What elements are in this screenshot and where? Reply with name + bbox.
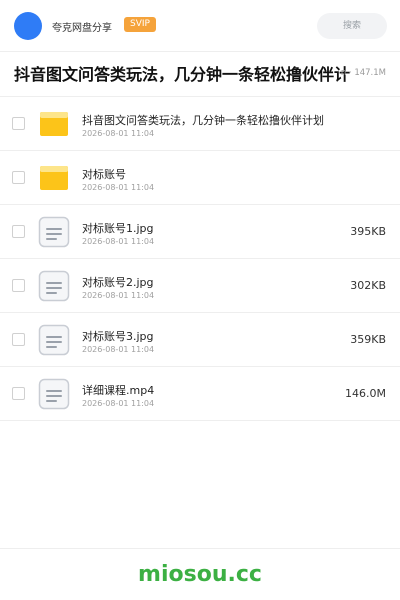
file-row[interactable]: 详细课程.mp4 2026-08-01 11:04 146.0M xyxy=(0,367,400,421)
document-icon xyxy=(38,324,70,356)
file-row[interactable]: 抖音图文问答类玩法，几分钟一条轻松撸伙伴计划 2026-08-01 11:04 xyxy=(0,97,400,151)
file-size: 395KB xyxy=(350,225,386,238)
svip-badge: SVIP xyxy=(124,17,156,32)
file-row[interactable]: 对标账号2.jpg 2026-08-01 11:04 302KB xyxy=(0,259,400,313)
checkbox[interactable] xyxy=(12,171,25,184)
file-size: 302KB xyxy=(350,279,386,292)
file-date: 2026-08-01 11:04 xyxy=(82,291,155,300)
file-size: 359KB xyxy=(350,333,386,346)
file-name: 详细课程.mp4 xyxy=(82,384,155,397)
file-name: 对标账号3.jpg xyxy=(82,330,154,343)
share-title: 抖音图文问答类玩法，几分钟一条轻松撸伙伴计划 xyxy=(14,65,350,84)
avatar[interactable] xyxy=(14,12,42,40)
checkbox[interactable] xyxy=(12,333,25,346)
file-list: 抖音图文问答类玩法，几分钟一条轻松撸伙伴计划 2026-08-01 11:04 … xyxy=(0,97,400,421)
watermark-brand: miosou.cc xyxy=(138,562,262,587)
file-row[interactable]: 对标账号1.jpg 2026-08-01 11:04 395KB xyxy=(0,205,400,259)
file-date: 2026-08-01 11:04 xyxy=(82,399,155,408)
footer-divider xyxy=(0,548,400,549)
checkbox[interactable] xyxy=(12,117,25,130)
header: 夸克网盘分享 SVIP 搜索 xyxy=(0,0,400,52)
file-size: 146.0M xyxy=(345,387,386,400)
file-row[interactable]: 对标账号3.jpg 2026-08-01 11:04 359KB xyxy=(0,313,400,367)
folder-icon xyxy=(40,166,68,190)
file-name: 对标账号2.jpg xyxy=(82,276,154,289)
file-date: 2026-08-01 11:04 xyxy=(82,129,155,138)
document-icon xyxy=(38,378,70,410)
file-date: 2026-08-01 11:04 xyxy=(82,345,155,354)
file-date: 2026-08-01 11:04 xyxy=(82,183,155,192)
file-date: 2026-08-01 11:04 xyxy=(82,237,155,246)
checkbox[interactable] xyxy=(12,225,25,238)
app-name: 夸克网盘分享 xyxy=(52,23,112,34)
file-name: 抖音图文问答类玩法，几分钟一条轻松撸伙伴计划 xyxy=(82,114,324,127)
file-name: 对标账号 xyxy=(82,168,126,181)
document-icon xyxy=(38,216,70,248)
checkbox[interactable] xyxy=(12,279,25,292)
file-row[interactable]: 对标账号 2026-08-01 11:04 xyxy=(0,151,400,205)
document-icon xyxy=(38,270,70,302)
folder-icon xyxy=(40,112,68,136)
file-name: 对标账号1.jpg xyxy=(82,222,154,235)
search-input[interactable]: 搜索 xyxy=(317,13,387,39)
share-meta: n · 147.1M xyxy=(340,68,386,78)
checkbox[interactable] xyxy=(12,387,25,400)
